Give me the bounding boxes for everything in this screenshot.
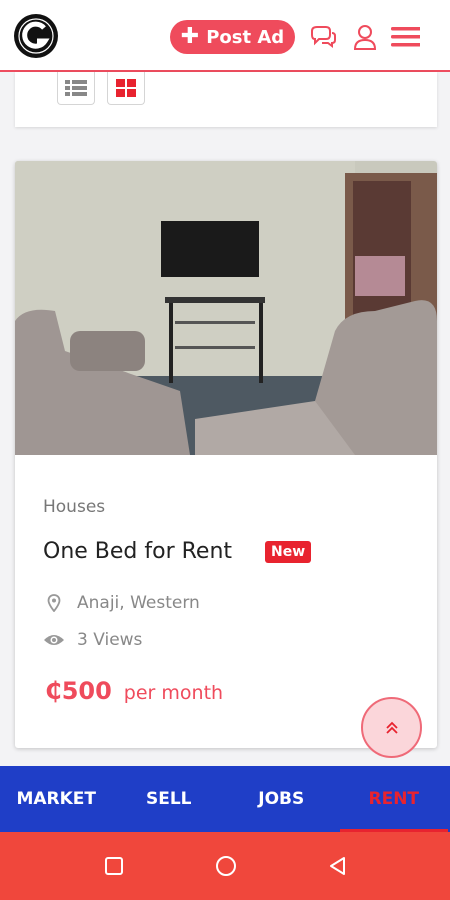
listing-photo[interactable] [15,161,437,455]
scroll-to-top-button[interactable] [361,697,422,758]
listing-price: ₵500 per month [45,677,223,705]
listing-card[interactable]: Houses One Bed for Rent New Anaji, Weste… [15,161,437,748]
user-icon[interactable] [350,22,380,52]
listing-views: 3 Views [43,630,142,650]
price-period: per month [123,682,224,704]
tab-market[interactable]: MARKET [0,766,113,832]
list-view-icon [65,80,87,96]
app-header: ✚ Post Ad [0,0,450,72]
views-text: 3 Views [77,630,143,650]
bottom-tab-bar: MARKET SELL JOBS RENT [0,766,450,832]
system-navigation-bar [0,832,450,900]
menu-icon[interactable] [390,22,420,52]
double-chevron-up-icon [385,721,398,734]
post-ad-button[interactable]: ✚ Post Ad [170,20,295,54]
home-icon[interactable] [214,854,238,878]
eye-icon [43,633,65,647]
recent-apps-icon[interactable] [102,854,126,878]
view-toggle-panel [15,72,437,127]
price-amount: ₵500 [45,677,112,705]
plus-icon: ✚ [180,24,200,49]
chat-icon[interactable] [308,22,338,52]
list-view-button[interactable] [57,72,95,105]
tab-sell[interactable]: SELL [113,766,226,832]
listing-title[interactable]: One Bed for Rent [43,539,232,564]
location-text: Anaji, Western [77,593,200,613]
grid-view-button[interactable] [107,72,145,105]
new-badge: New [265,541,312,563]
tab-rent[interactable]: RENT [338,766,450,832]
map-pin-icon [43,594,65,612]
post-ad-label: Post Ad [206,26,285,48]
back-icon[interactable] [326,854,350,878]
listing-location: Anaji, Western [43,593,200,613]
listing-category[interactable]: Houses [43,497,105,517]
tab-jobs[interactable]: JOBS [225,766,338,832]
logo-icon[interactable] [13,13,59,59]
grid-view-icon [116,79,136,97]
